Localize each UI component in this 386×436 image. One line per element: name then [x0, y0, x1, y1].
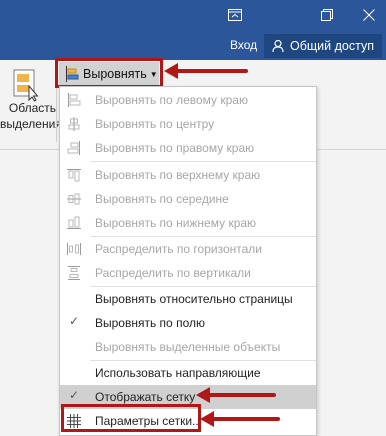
align-center-icon: [68, 117, 80, 131]
align-dropdown-menu: Выровнять по левому краю Выровнять по це…: [59, 86, 317, 436]
menu-item-label: Выровнять по центру: [95, 117, 215, 131]
sign-in-link[interactable]: Вход: [230, 38, 257, 52]
menu-item-label: Выровнять относительно страницы: [95, 292, 293, 306]
restore-window-icon: [321, 9, 333, 21]
close-icon: [363, 9, 375, 21]
align-middle-icon: [67, 193, 81, 205]
selection-pane-button[interactable]: Область выделения: [0, 62, 62, 146]
distribute-horizontal-icon: [67, 243, 81, 255]
menu-item-label: Распределить по горизонтали: [95, 242, 263, 256]
menu-item-distribute-horizontally[interactable]: Распределить по горизонтали: [60, 237, 316, 261]
menu-item-label: Выровнять по левому краю: [95, 93, 248, 107]
align-left-icon: [68, 93, 81, 107]
ribbon-display-options-button[interactable]: [212, 0, 258, 30]
ribbon-display-options-icon: [228, 9, 242, 21]
menu-item-align-top[interactable]: Выровнять по верхнему краю: [60, 163, 316, 187]
selection-pane-label: Область выделения: [0, 100, 62, 132]
menu-item-label: Использовать направляющие: [95, 366, 261, 380]
share-label: Общий доступ: [290, 39, 374, 53]
restore-button[interactable]: [304, 0, 350, 30]
share-button[interactable]: Общий доступ: [264, 34, 382, 58]
menu-item-use-guides[interactable]: Использовать направляющие: [60, 361, 316, 385]
menu-item-align-selected-objects[interactable]: Выровнять выделенные объекты: [60, 335, 316, 359]
align-right-icon: [67, 141, 80, 155]
selection-pane-icon: [13, 69, 39, 102]
selection-pane-label-line1: Область: [8, 101, 56, 115]
menu-item-label: Выровнять выделенные объекты: [95, 340, 281, 354]
menu-item-label: Распределить по вертикали: [95, 266, 251, 280]
menu-item-align-to-margin[interactable]: ✓ Выровнять по полю: [60, 311, 316, 335]
highlight-box-grid-settings: [61, 404, 201, 432]
align-top-icon: [67, 169, 81, 182]
menu-item-align-left[interactable]: Выровнять по левому краю: [60, 88, 316, 112]
menu-item-label: Выровнять по середине: [95, 192, 229, 206]
highlight-box-align-button: [55, 58, 163, 88]
menu-item-label: Выровнять по полю: [95, 316, 205, 330]
menu-item-label: Выровнять по нижнему краю: [95, 216, 257, 230]
distribute-vertical-icon: [68, 266, 80, 280]
menu-item-label: Выровнять по верхнему краю: [95, 168, 261, 182]
menu-item-align-right[interactable]: Выровнять по правому краю: [60, 136, 316, 160]
align-bottom-icon: [67, 216, 81, 229]
checkmark-icon: ✓: [69, 388, 80, 402]
menu-item-align-to-page[interactable]: Выровнять относительно страницы: [60, 287, 316, 311]
arrow-left-icon: [200, 411, 280, 427]
arrow-left-icon: [196, 387, 276, 403]
selection-pane-label-line2: выделения: [0, 117, 62, 131]
menu-item-align-center[interactable]: Выровнять по центру: [60, 112, 316, 136]
checkmark-icon: ✓: [69, 314, 80, 328]
menu-item-label: Выровнять по правому краю: [95, 141, 255, 155]
person-icon: [272, 39, 284, 53]
menu-item-label: Отображать сетку: [95, 390, 196, 404]
close-button[interactable]: [352, 0, 386, 30]
menu-item-align-middle[interactable]: Выровнять по середине: [60, 187, 316, 211]
arrow-left-icon: [164, 63, 248, 79]
menu-item-distribute-vertically[interactable]: Распределить по вертикали: [60, 261, 316, 285]
menu-item-align-bottom[interactable]: Выровнять по нижнему краю: [60, 211, 316, 235]
menu-separator: [90, 161, 316, 162]
title-bar: Вход Общий доступ: [0, 0, 386, 60]
